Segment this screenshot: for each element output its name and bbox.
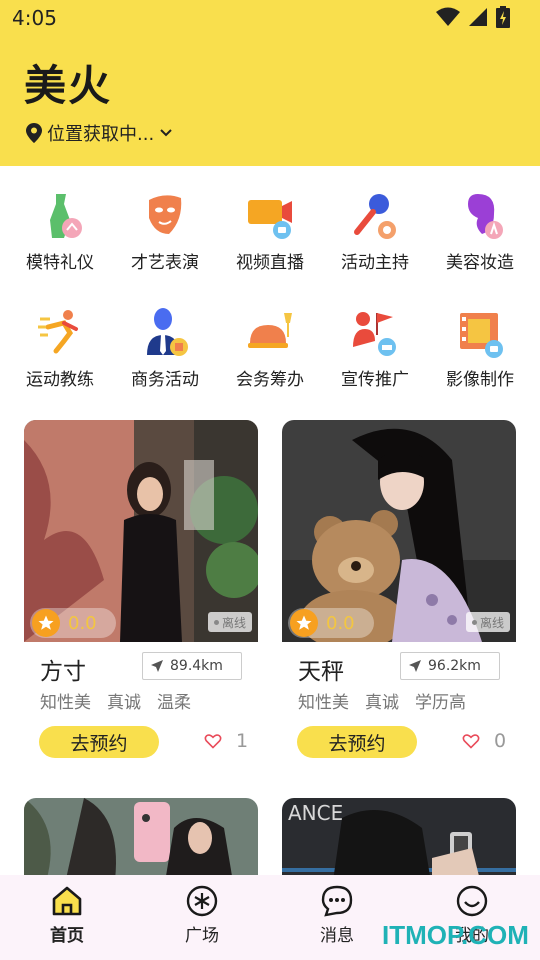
distance-badge: 96.2km <box>400 652 500 680</box>
host-microphone-icon <box>354 194 396 239</box>
category-label: 运动教练 <box>26 370 94 390</box>
rating-value: 0.0 <box>68 612 97 634</box>
offline-dot-icon <box>471 619 477 625</box>
profile-photo[interactable]: 0.0 离线 <box>24 420 258 642</box>
watermark-text: ITMOP.COM <box>382 920 529 950</box>
nav-label: 消息 <box>320 926 354 946</box>
profile-card[interactable]: 0.0 离线 方寸 89.4km 知性美 真诚 温柔 去预约 1 <box>24 420 258 766</box>
status-badge: 离线 <box>465 612 510 632</box>
promotion-flag-icon <box>353 312 396 356</box>
tag: 温柔 <box>157 693 191 713</box>
like-counter[interactable]: 0 <box>462 730 506 752</box>
tag: 学历高 <box>415 693 466 713</box>
heart-icon[interactable] <box>204 733 222 749</box>
book-button[interactable]: 去预约 <box>297 726 417 758</box>
category-conference[interactable]: 会务筹办 <box>220 307 320 417</box>
category-business[interactable]: 商务活动 <box>115 307 215 417</box>
status-bar: 4:05 <box>0 0 540 36</box>
category-film[interactable]: 影像制作 <box>430 307 530 417</box>
category-video-live[interactable]: 视频直播 <box>220 190 320 300</box>
video-live-icon <box>248 200 292 239</box>
category-label: 才艺表演 <box>131 253 199 273</box>
category-label: 美容妆造 <box>446 253 514 273</box>
wifi-icon <box>436 7 460 26</box>
film-production-icon <box>460 313 503 358</box>
svg-text:ANCE: ANCE <box>288 801 343 825</box>
status-time: 4:05 <box>12 6 57 30</box>
signal-icon <box>469 8 487 26</box>
nav-square[interactable]: 广场 <box>157 885 247 946</box>
tag: 知性美 <box>298 693 349 713</box>
like-count: 1 <box>236 730 249 752</box>
category-label: 会务筹办 <box>236 370 304 390</box>
category-beauty[interactable]: 美容妆造 <box>430 190 530 300</box>
profile-smile-icon <box>456 885 488 917</box>
offline-dot-icon <box>213 619 219 625</box>
location-selector[interactable]: 位置获取中... <box>26 120 173 146</box>
nav-home[interactable]: 首页 <box>22 885 112 946</box>
book-button[interactable]: 去预约 <box>39 726 159 758</box>
sports-coach-icon <box>38 310 78 354</box>
category-promotion[interactable]: 宣传推广 <box>325 307 425 417</box>
category-host[interactable]: 活动主持 <box>325 190 425 300</box>
location-pin-icon <box>26 123 42 143</box>
category-label: 视频直播 <box>236 253 304 273</box>
tag: 真诚 <box>365 693 399 713</box>
category-label: 宣传推广 <box>341 370 409 390</box>
category-label: 影像制作 <box>446 370 514 390</box>
square-star-icon <box>186 885 218 917</box>
like-count: 0 <box>494 730 507 752</box>
category-label: 活动主持 <box>341 253 409 273</box>
status-icons <box>436 6 510 28</box>
tag: 真诚 <box>107 693 141 713</box>
rating-badge: 0.0 <box>288 608 374 638</box>
profile-name: 方寸 <box>40 659 86 685</box>
navigation-arrow-icon <box>151 660 163 672</box>
rating-value: 0.0 <box>326 612 355 634</box>
like-counter[interactable]: 1 <box>204 730 248 752</box>
tag: 知性美 <box>40 693 91 713</box>
home-icon <box>52 886 82 916</box>
business-person-icon <box>147 308 188 356</box>
status-badge: 离线 <box>207 612 252 632</box>
model-etiquette-icon <box>50 194 82 238</box>
category-label: 模特礼仪 <box>26 253 94 273</box>
distance-value: 89.4km <box>170 658 223 674</box>
profile-tags: 知性美 真诚 学历高 <box>298 688 466 713</box>
beauty-makeup-icon <box>468 194 503 239</box>
status-text: 离线 <box>221 615 246 630</box>
profile-card[interactable]: 0.0 离线 天秤 96.2km 知性美 真诚 学历高 去预约 0 <box>282 420 516 766</box>
status-text: 离线 <box>479 615 504 630</box>
category-label: 商务活动 <box>131 370 199 390</box>
star-icon <box>290 609 318 637</box>
category-model-etiquette[interactable]: 模特礼仪 <box>10 190 110 300</box>
chevron-down-icon <box>160 129 172 137</box>
header: 4:05 美火 位置获取中... <box>0 0 540 166</box>
distance-value: 96.2km <box>428 658 481 674</box>
nav-label: 广场 <box>185 926 219 946</box>
category-talent[interactable]: 才艺表演 <box>115 190 215 300</box>
message-icon <box>321 885 353 917</box>
profile-photo[interactable]: 0.0 离线 <box>282 420 516 642</box>
category-sports[interactable]: 运动教练 <box>10 307 110 417</box>
talent-mask-icon <box>149 195 182 234</box>
profile-name: 天秤 <box>298 659 344 685</box>
heart-icon[interactable] <box>462 733 480 749</box>
distance-badge: 89.4km <box>142 652 242 680</box>
battery-icon <box>496 6 510 28</box>
nav-label: 首页 <box>50 926 84 946</box>
nav-messages[interactable]: 消息 <box>292 885 382 946</box>
star-icon <box>32 609 60 637</box>
app-title: 美火 <box>24 61 113 110</box>
catering-dish-icon <box>248 313 292 348</box>
profile-tags: 知性美 真诚 温柔 <box>40 688 191 713</box>
rating-badge: 0.0 <box>30 608 116 638</box>
location-text: 位置获取中... <box>47 124 155 145</box>
navigation-arrow-icon <box>409 660 421 672</box>
